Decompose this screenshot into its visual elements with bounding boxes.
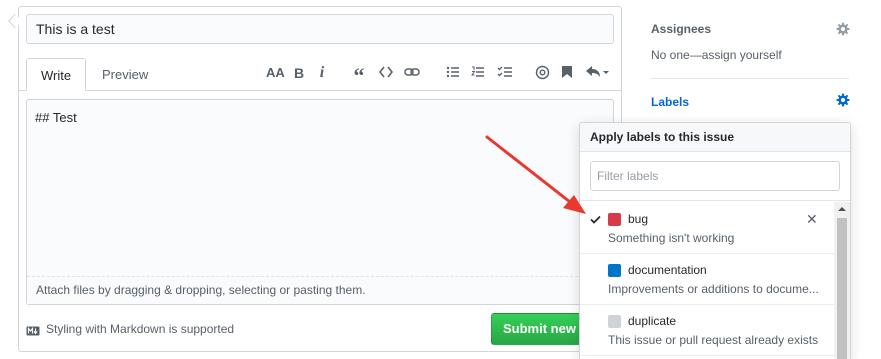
- label-description: Something isn't working: [608, 231, 735, 245]
- reply-dropdown-button[interactable]: [584, 62, 610, 84]
- popover-scrollbar[interactable]: [834, 202, 850, 359]
- label-description: Improvements or additions to docume...: [608, 282, 819, 296]
- assignees-heading[interactable]: Assignees: [651, 22, 711, 36]
- popover-header: Apply labels to this issue: [580, 123, 850, 152]
- label-color-swatch: [608, 264, 621, 277]
- code-icon: [379, 66, 393, 78]
- label-description: This issue or pull request already exist…: [608, 333, 819, 347]
- bulleted-list-button[interactable]: [445, 62, 461, 84]
- saved-reply-button[interactable]: [559, 62, 575, 84]
- issue-title-input[interactable]: This is a test: [26, 14, 614, 44]
- label-item-bug[interactable]: bug ✕ Something isn't working: [580, 203, 834, 254]
- bold-button[interactable]: B: [292, 62, 306, 84]
- markdown-note-text: Styling with Markdown is supported: [46, 322, 235, 336]
- quote-button[interactable]: “: [351, 62, 367, 88]
- scrollbar-thumb[interactable]: [837, 218, 847, 359]
- task-list-button[interactable]: [496, 62, 514, 84]
- scroll-up-arrow-icon[interactable]: [834, 202, 850, 216]
- assignees-value[interactable]: No one—assign yourself: [651, 48, 782, 62]
- label-item-duplicate[interactable]: duplicate This issue or pull request alr…: [580, 305, 834, 356]
- markdown-note[interactable]: Styling with Markdown is supported: [26, 321, 234, 337]
- label-color-swatch: [608, 213, 621, 226]
- reply-icon: [586, 66, 609, 77]
- link-icon: [404, 68, 420, 76]
- label-item-documentation[interactable]: documentation Improvements or additions …: [580, 254, 834, 305]
- comment-body-textarea[interactable]: ## Test Attach files by dragging & dropp…: [26, 99, 614, 305]
- label-name: bug: [628, 212, 649, 226]
- italic-button[interactable]: i: [316, 62, 328, 84]
- code-button[interactable]: [378, 62, 394, 84]
- filter-wrap: Filter labels: [580, 152, 850, 201]
- mention-button[interactable]: [533, 62, 551, 84]
- task-list-icon: [497, 66, 512, 77]
- numbered-list-button[interactable]: [470, 62, 486, 84]
- sidebar-divider: [651, 78, 849, 79]
- list-ordered-icon: [471, 66, 484, 77]
- filter-labels-input[interactable]: Filter labels: [590, 161, 840, 191]
- check-icon: [590, 215, 601, 224]
- list-unordered-icon: [446, 66, 459, 78]
- remove-label-icon[interactable]: ✕: [806, 211, 818, 228]
- assignees-gear-icon[interactable]: [836, 22, 850, 36]
- tab-write[interactable]: Write: [26, 58, 87, 91]
- attach-files-bar[interactable]: Attach files by dragging & dropping, sel…: [27, 276, 613, 304]
- header-text-button[interactable]: AA: [266, 62, 285, 84]
- label-name: documentation: [628, 263, 707, 277]
- editor-text: ## Test: [35, 110, 77, 125]
- mention-icon: [535, 65, 549, 80]
- tab-preview[interactable]: Preview: [88, 58, 162, 91]
- labels-heading[interactable]: Labels: [651, 95, 689, 109]
- link-button[interactable]: [403, 62, 421, 84]
- labels-gear-icon[interactable]: [836, 93, 850, 107]
- labels-popover: Apply labels to this issue Filter labels…: [579, 122, 851, 359]
- label-color-swatch: [608, 315, 621, 328]
- markdown-icon: [26, 326, 40, 336]
- bookmark-icon: [562, 66, 572, 78]
- label-name: duplicate: [628, 314, 677, 328]
